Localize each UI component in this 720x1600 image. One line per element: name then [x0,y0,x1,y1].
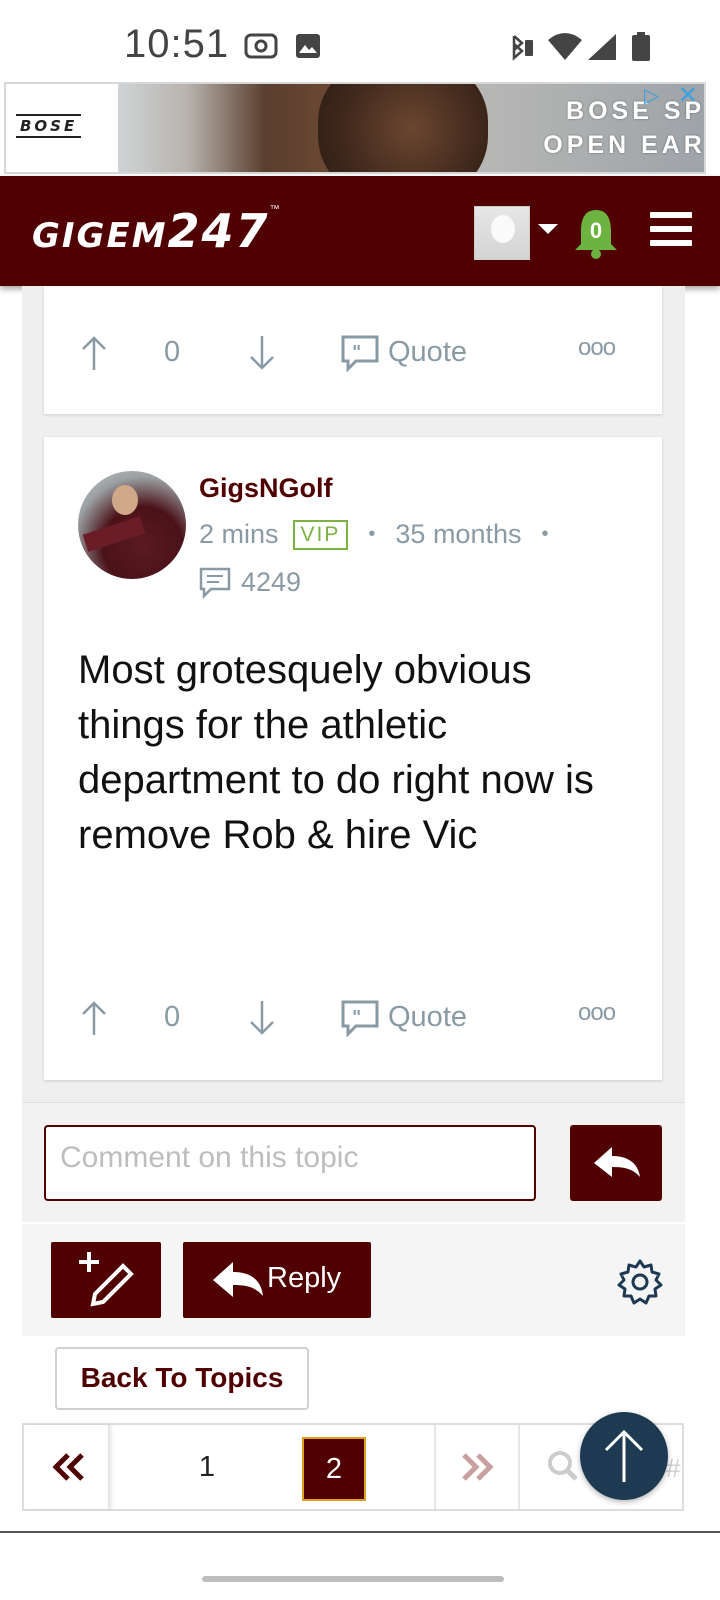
gear-icon[interactable] [616,1258,664,1306]
screen-record-icon [244,33,278,59]
chevron-down-icon[interactable] [538,224,558,234]
arrow-up-icon [604,1429,644,1482]
image-icon [296,34,320,58]
double-chevron-left-icon [52,1453,84,1481]
more-options-button[interactable]: ooo [578,999,616,1027]
post-meta: 2 mins VIP • 35 months • [199,519,569,550]
more-options-button[interactable]: ooo [578,334,616,362]
quote-icon: " [341,1000,379,1038]
menu-icon-bar [650,240,692,246]
quote-button[interactable]: " Quote [340,997,467,1041]
ad-banner[interactable]: BOSE BOSE SPORT OPEN EARBUDS ▷ ✕ [4,82,706,174]
topic-toolbar: Reply [22,1224,685,1336]
reply-label: Reply [267,1262,342,1294]
notification-count: 0 [589,218,603,243]
double-chevron-right-icon [462,1453,494,1481]
user-avatar[interactable] [474,206,530,260]
author-avatar[interactable] [78,471,186,579]
downvote-icon[interactable] [248,999,276,1037]
divider [0,1531,720,1533]
notifications-button[interactable]: 0 [572,206,620,260]
meta-separator: • [368,523,376,545]
vote-count: 0 [164,336,181,368]
membership-duration: 35 months [395,519,522,549]
post-actions: 0 " Quote ooo [44,993,662,1043]
upvote-icon[interactable] [80,999,108,1037]
page-jump-hash: # [666,1453,681,1483]
logo-text-247: 247 [167,204,270,258]
upvote-icon[interactable] [80,334,108,372]
battery-icon [632,32,650,61]
back-to-topics-button[interactable]: Back To Topics [55,1347,309,1410]
page-1-button[interactable]: 1 [114,1425,300,1509]
reply-arrow-icon [594,1147,640,1177]
submit-comment-button[interactable] [570,1125,662,1201]
ad-line-2: OPEN EARBUDS [543,131,706,159]
post-actions: 0 " Quote ooo [44,328,662,378]
wifi-icon [548,33,582,60]
post-count: 4249 [199,565,301,600]
reply-arrow-icon [213,1262,263,1297]
ad-logo-area: BOSE [6,84,118,172]
reply-button[interactable]: Reply [183,1242,371,1318]
menu-button[interactable] [650,212,692,248]
menu-icon-bar [650,226,692,232]
post-time: 2 mins [199,519,279,549]
site-header: GIGEM247™ 0 [0,176,720,286]
menu-icon-bar [650,212,692,218]
cell-signal-icon [588,34,616,60]
status-bar: 10:51 [0,0,720,82]
status-time: 10:51 [124,22,230,66]
ad-model-image [318,84,488,172]
adchoices-icon[interactable]: ▷ [644,86,670,108]
svg-text:": " [352,1007,361,1028]
logo-text-gigem: GIGEM [32,216,168,256]
post-card: GigsNGolf 2 mins VIP • 35 months • 4249 Most… [44,437,662,1080]
post-count-icon [199,567,231,600]
previous-post-card: 0 " Quote ooo [44,286,662,414]
ad-brand-logo: BOSE [16,114,82,138]
new-topic-button[interactable] [51,1242,161,1318]
downvote-icon[interactable] [248,334,276,372]
close-icon[interactable]: ✕ [678,84,698,108]
last-page-button[interactable] [434,1425,520,1509]
comment-bar: Comment on this topic [22,1102,685,1222]
home-indicator[interactable] [202,1576,504,1582]
vote-count: 0 [164,1001,181,1033]
new-post-pencil-icon [79,1252,134,1307]
page-2-button-current[interactable]: 2 [302,1437,366,1501]
post-body: Most grotesquely obvious things for the … [78,648,594,857]
bluetooth-vibrate-icon [512,35,533,61]
ad-photo: BOSE SPORT OPEN EARBUDS [118,84,706,172]
quote-button[interactable]: " Quote [340,332,467,376]
quote-label: Quote [388,1001,467,1033]
first-page-button[interactable] [24,1425,110,1509]
post-count-value: 4249 [241,567,302,597]
scroll-to-top-button[interactable] [580,1412,668,1500]
author-username[interactable]: GigsNGolf [199,473,333,504]
quote-label: Quote [388,336,467,368]
vip-badge: VIP [292,520,349,550]
logo-trademark: ™ [269,204,280,215]
site-logo[interactable]: GIGEM247™ [32,204,280,258]
comment-input[interactable]: Comment on this topic [44,1125,536,1201]
quote-icon: " [341,335,379,373]
svg-text:": " [352,342,361,363]
meta-separator: • [541,523,549,545]
